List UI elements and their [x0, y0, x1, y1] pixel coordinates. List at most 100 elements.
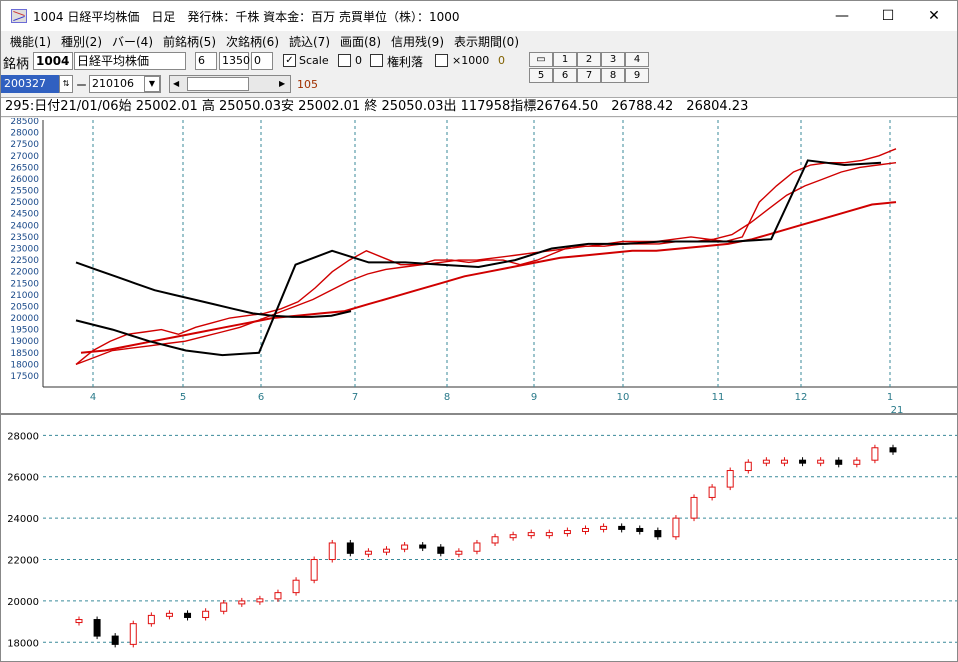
lower-y-tick-label: 18000 [7, 638, 39, 649]
rights-label: 権利落 [387, 55, 424, 69]
lower-candle [220, 602, 228, 612]
lower-candle [545, 532, 553, 537]
upper-x-tick-label: 12 [795, 392, 808, 403]
chart-svg[interactable]: 1750018000185001900019500200002050021000… [1, 117, 957, 662]
lower-candle [744, 461, 752, 472]
window-title: 1004 日経平均株価 日足 発行株：千株 資本金：百万 売買単位（株）：100… [33, 9, 460, 24]
lower-candle [672, 517, 680, 538]
num-button-4[interactable]: 4 [625, 52, 649, 67]
lower-candle [491, 536, 499, 544]
lower-candle [238, 600, 246, 605]
close-button[interactable]: ✕ [911, 1, 957, 31]
menu-next-stock[interactable]: 次銘柄(6) [226, 33, 279, 50]
lower-candle [419, 544, 427, 549]
lower-candle [328, 542, 336, 561]
num-button-2[interactable]: 2 [577, 52, 601, 67]
scroll-left-icon[interactable]: ◀ [173, 79, 179, 88]
candle-mode-button[interactable]: ▭ [529, 52, 553, 67]
lower-candle [111, 635, 119, 645]
lower-candle [853, 459, 861, 465]
lower-y-tick-label: 20000 [7, 597, 39, 608]
num-button-9[interactable]: 9 [625, 68, 649, 83]
menu-prev-stock[interactable]: 前銘柄(5) [163, 33, 216, 50]
app-window: 1004 日経平均株価 日足 発行株：千株 資本金：百万 売買単位（株）：100… [0, 0, 958, 662]
lower-candle [835, 459, 843, 465]
upper-x-tick-label: 11 [712, 392, 725, 403]
menu-screen[interactable]: 画面(8) [340, 33, 381, 50]
menu-type[interactable]: 種別(2) [61, 33, 102, 50]
num-button-6[interactable]: 6 [553, 68, 577, 83]
lower-candle [310, 559, 318, 581]
lower-candle [202, 610, 210, 618]
num-button-1[interactable]: 1 [553, 52, 577, 67]
scale-checkbox[interactable]: ✓ [283, 54, 296, 67]
stock-name-field[interactable]: 日経平均株価 [74, 52, 186, 70]
lower-candle [871, 447, 879, 461]
upper-y-tick-label: 23000 [10, 245, 39, 255]
scroll-thumb[interactable] [187, 77, 249, 91]
upper-x-tick-label: 10 [617, 392, 630, 403]
minimize-button[interactable]: — [819, 1, 865, 31]
lower-candle [889, 447, 897, 453]
lower-candle [455, 550, 463, 555]
upper-y-tick-label: 25500 [10, 187, 39, 197]
lower-candle [274, 592, 282, 600]
lower-candle [654, 530, 662, 538]
lower-candle [690, 496, 698, 519]
start-date-input[interactable]: 200327 [1, 75, 59, 93]
ohlc-info-bar: 295:日付21/01/06始 25002.01 高 25050.03安 250… [1, 97, 957, 117]
num-button-5[interactable]: 5 [529, 68, 553, 83]
upper-y-tick-label: 28500 [10, 118, 39, 127]
param2-input[interactable]: 1350 [219, 52, 250, 70]
upper-y-tick-label: 18000 [10, 360, 39, 370]
upper-y-tick-label: 25000 [10, 198, 39, 208]
lower-y-tick-label: 22000 [7, 556, 39, 567]
stock-code-input[interactable]: 1004 [33, 52, 73, 70]
menu-margin[interactable]: 信用残(9) [391, 33, 444, 50]
lower-candle [708, 486, 716, 498]
param1-input[interactable]: 6 [195, 52, 217, 70]
upper-y-tick-label: 26000 [10, 175, 39, 185]
num-button-7[interactable]: 7 [577, 68, 601, 83]
x1000-checkbox[interactable] [435, 54, 448, 67]
lower-candle [618, 525, 626, 530]
chart-area[interactable]: 17500 18000 18500 19000 19500 20000 20500 21000… [1, 117, 957, 662]
lower-candle [581, 527, 589, 532]
upper-y-tick-label: 27500 [10, 140, 39, 150]
num-button-3[interactable]: 3 [601, 52, 625, 67]
lower-candle [75, 619, 83, 624]
param3-input[interactable]: 0 [251, 52, 273, 70]
zero-checkbox[interactable] [338, 54, 351, 67]
lower-candle [817, 459, 825, 464]
lower-candle [401, 544, 409, 550]
lower-y-tick-label: 26000 [7, 473, 39, 484]
display-count: 105 [297, 78, 318, 91]
upper-y-tick-label: 27000 [10, 152, 39, 162]
num-button-8[interactable]: 8 [601, 68, 625, 83]
title-bar[interactable]: 1004 日経平均株価 日足 発行株：千株 資本金：百万 売買単位（株）：100… [1, 1, 957, 31]
lower-candle [256, 598, 264, 603]
lower-candle [437, 546, 445, 554]
end-date-dropdown-icon[interactable]: ▼ [144, 76, 160, 92]
scroll-right-icon[interactable]: ▶ [279, 79, 285, 88]
upper-x-tick-label: 5 [180, 392, 186, 403]
upper-y-tick-label: 26500 [10, 163, 39, 173]
maximize-button[interactable]: ☐ [865, 1, 911, 31]
lower-candle [726, 470, 734, 488]
upper-y-tick-label: 23500 [10, 233, 39, 243]
start-date-spinner[interactable]: ⇅ [59, 75, 73, 93]
menu-load[interactable]: 読込(7) [289, 33, 330, 50]
lower-candle [147, 614, 155, 625]
app-chart-icon[interactable] [11, 9, 27, 23]
rights-checkbox[interactable] [370, 54, 383, 67]
menu-bar-type[interactable]: バー(4) [112, 33, 153, 50]
upper-y-tick-label: 19000 [10, 337, 39, 347]
menu-display-period[interactable]: 表示期間(0) [454, 33, 519, 50]
upper-y-tick-label: 22500 [10, 256, 39, 266]
upper-y-tick-label: 21000 [10, 291, 39, 301]
menu-function[interactable]: 機能(1) [10, 33, 51, 50]
upper-x-tick-label: 6 [258, 392, 264, 403]
zero-label: 0 [355, 54, 362, 67]
upper-y-tick-label: 21500 [10, 279, 39, 289]
upper-y-tick-label: 19500 [10, 326, 39, 336]
